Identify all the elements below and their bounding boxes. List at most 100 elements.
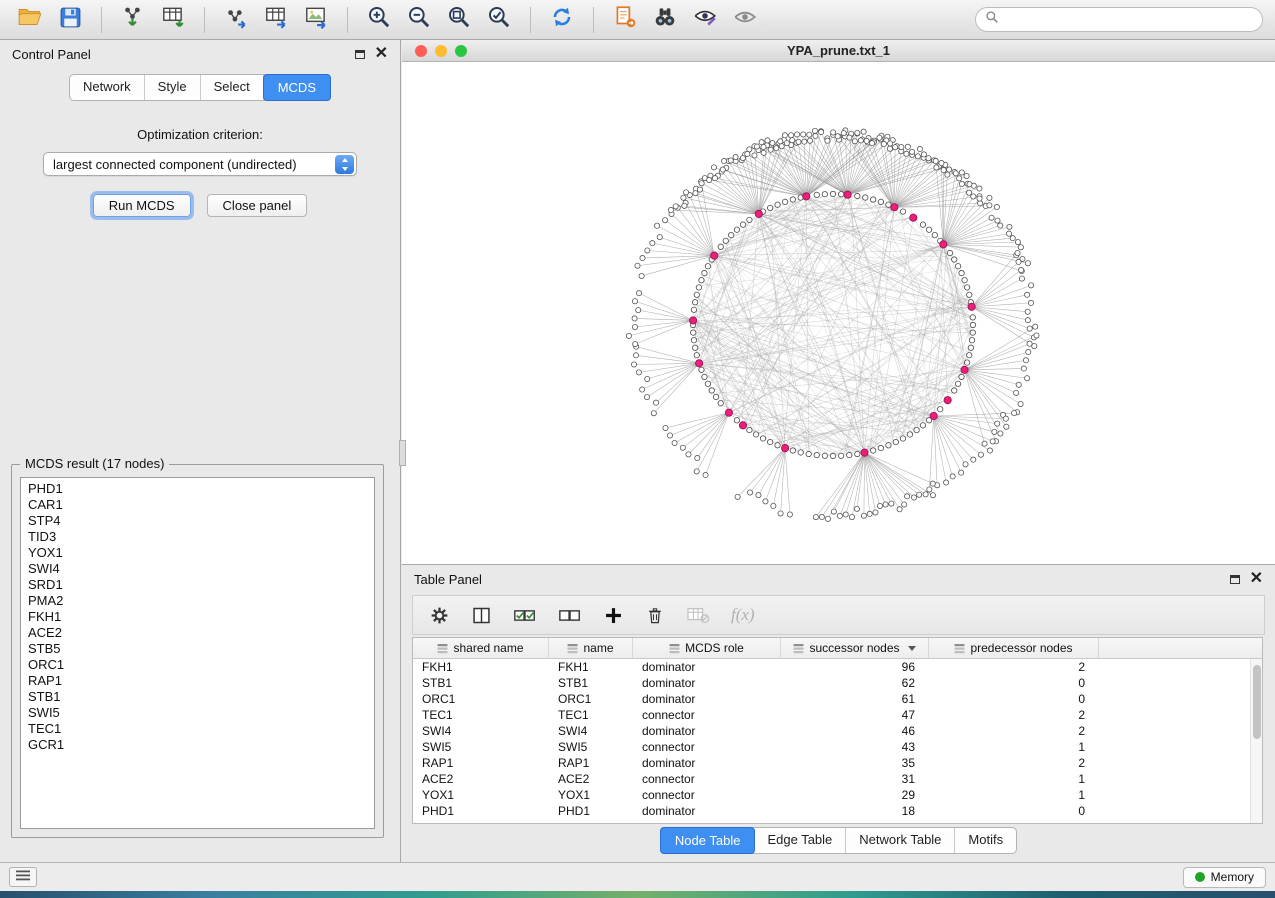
scrollbar-thumb[interactable] <box>1253 665 1261 739</box>
table-cell: dominator <box>633 804 781 818</box>
table-row[interactable]: STB1STB1dominator620 <box>413 675 1250 691</box>
tab-node-table[interactable]: Node Table <box>660 827 756 854</box>
window-close-icon[interactable] <box>415 45 427 57</box>
close-panel-icon[interactable]: ✕ <box>1250 573 1263 585</box>
close-panel-button[interactable]: Close panel <box>207 194 308 217</box>
zoom-out-icon <box>406 4 432 35</box>
column-header-shared-name[interactable]: shared name <box>413 638 549 658</box>
mcds-node-item[interactable]: STB5 <box>21 641 374 657</box>
export-table-icon <box>263 4 289 35</box>
column-header-MCDS-role[interactable]: MCDS role <box>633 638 781 658</box>
tab-network-table[interactable]: Network Table <box>846 828 955 853</box>
select-all-icon[interactable] <box>513 605 537 626</box>
run-mcds-button[interactable]: Run MCDS <box>93 194 191 217</box>
column-sort-icon[interactable] <box>954 643 965 654</box>
tab-style[interactable]: Style <box>145 75 201 100</box>
first-neighbors-button[interactable] <box>647 4 683 36</box>
table-scrollbar[interactable] <box>1250 659 1262 823</box>
share-document-button[interactable] <box>607 4 643 36</box>
tab-mcds[interactable]: MCDS <box>263 74 331 101</box>
mcds-node-item[interactable]: YOX1 <box>21 545 374 561</box>
column-header-name[interactable]: name <box>549 638 633 658</box>
tab-edge-table[interactable]: Edge Table <box>754 828 846 853</box>
network-titlebar: YPA_prune.txt_1 <box>402 40 1275 62</box>
table-row[interactable]: SWI4SWI4dominator462 <box>413 723 1250 739</box>
window-minimize-icon[interactable] <box>435 45 447 57</box>
mcds-node-item[interactable]: STB1 <box>21 689 374 705</box>
column-header-predecessor-nodes[interactable]: predecessor nodes <box>929 638 1099 658</box>
search-input[interactable] <box>1006 12 1253 28</box>
export-network-button[interactable] <box>218 4 254 36</box>
table-cell: 0 <box>929 692 1099 706</box>
apply-layout-button[interactable] <box>544 4 580 36</box>
mcds-node-item[interactable]: RAP1 <box>21 673 374 689</box>
criterion-dropdown[interactable]: largest connected component (undirected) <box>43 152 357 176</box>
table-cell: 43 <box>781 740 929 754</box>
tab-motifs[interactable]: Motifs <box>955 828 1016 853</box>
table-row[interactable]: RAP1RAP1dominator352 <box>413 755 1250 771</box>
mcds-node-item[interactable]: ORC1 <box>21 657 374 673</box>
mcds-node-item[interactable]: ACE2 <box>21 625 374 641</box>
zoom-out-button[interactable] <box>401 4 437 36</box>
table-toolbar: f(x) <box>412 595 1265 635</box>
window-maximize-icon[interactable] <box>455 45 467 57</box>
mcds-node-item[interactable]: SWI5 <box>21 705 374 721</box>
table-row[interactable]: YOX1YOX1connector291 <box>413 787 1250 803</box>
float-panel-icon[interactable] <box>1230 575 1240 584</box>
column-header-label: name <box>583 641 613 655</box>
import-network-icon <box>120 4 146 35</box>
graphics-details-button[interactable] <box>687 4 723 36</box>
mcds-node-item[interactable]: GCR1 <box>21 737 374 753</box>
column-header-successor-nodes[interactable]: successor nodes <box>781 638 929 658</box>
mcds-node-item[interactable]: STP4 <box>21 513 374 529</box>
network-graph[interactable] <box>402 62 1275 564</box>
export-table-button[interactable] <box>258 4 294 36</box>
mcds-node-item[interactable]: CAR1 <box>21 497 374 513</box>
open-session-button[interactable] <box>12 4 48 36</box>
column-sort-icon[interactable] <box>793 643 804 654</box>
zoom-selected-button[interactable] <box>481 4 517 36</box>
save-session-button[interactable] <box>52 4 88 36</box>
table-row[interactable]: PHD1PHD1dominator180 <box>413 803 1250 819</box>
table-row[interactable]: ORC1ORC1dominator610 <box>413 691 1250 707</box>
table-row[interactable]: ACE2ACE2connector311 <box>413 771 1250 787</box>
close-panel-icon[interactable]: ✕ <box>375 48 388 60</box>
column-sort-icon[interactable] <box>567 643 578 654</box>
mcds-node-item[interactable]: TID3 <box>21 529 374 545</box>
network-canvas[interactable] <box>402 62 1275 564</box>
zoom-fit-button[interactable] <box>441 4 477 36</box>
column-chooser-icon[interactable] <box>471 605 492 626</box>
float-panel-icon[interactable] <box>355 50 365 59</box>
settings-gear-icon[interactable] <box>429 605 450 626</box>
table-row[interactable]: FKH1FKH1dominator962 <box>413 659 1250 675</box>
add-row-icon[interactable] <box>603 605 624 626</box>
table-row[interactable]: SWI5SWI5connector431 <box>413 739 1250 755</box>
zoom-fit-icon <box>446 4 472 35</box>
mcds-result-list[interactable]: PHD1CAR1STP4TID3YOX1SWI4SRD1PMA2FKH1ACE2… <box>20 477 375 829</box>
zoom-in-button[interactable] <box>361 4 397 36</box>
memory-button[interactable]: Memory <box>1183 867 1266 888</box>
mcds-node-item[interactable]: TEC1 <box>21 721 374 737</box>
task-history-button[interactable] <box>9 867 37 887</box>
tab-select[interactable]: Select <box>201 75 264 100</box>
deselect-all-icon[interactable] <box>558 605 582 626</box>
table-row[interactable]: TEC1TEC1connector472 <box>413 707 1250 723</box>
mcds-node-item[interactable]: FKH1 <box>21 609 374 625</box>
mcds-node-item[interactable]: SWI4 <box>21 561 374 577</box>
show-hide-button[interactable] <box>727 4 763 36</box>
mcds-node-item[interactable]: PMA2 <box>21 593 374 609</box>
mcds-node-item[interactable]: SRD1 <box>21 577 374 593</box>
delete-row-icon[interactable] <box>645 605 665 626</box>
column-sort-icon[interactable] <box>437 643 448 654</box>
tab-network[interactable]: Network <box>70 75 145 100</box>
import-table-button[interactable] <box>155 4 191 36</box>
criterion-value: largest connected component (undirected) <box>53 157 297 172</box>
column-sort-icon[interactable] <box>669 643 680 654</box>
chevron-down-icon[interactable] <box>908 646 916 651</box>
import-network-button[interactable] <box>115 4 151 36</box>
panel-splitter-handle[interactable] <box>399 440 406 466</box>
export-image-button[interactable] <box>298 4 334 36</box>
global-search[interactable] <box>975 7 1263 32</box>
table-cell: ACE2 <box>413 772 549 786</box>
mcds-node-item[interactable]: PHD1 <box>21 481 374 497</box>
